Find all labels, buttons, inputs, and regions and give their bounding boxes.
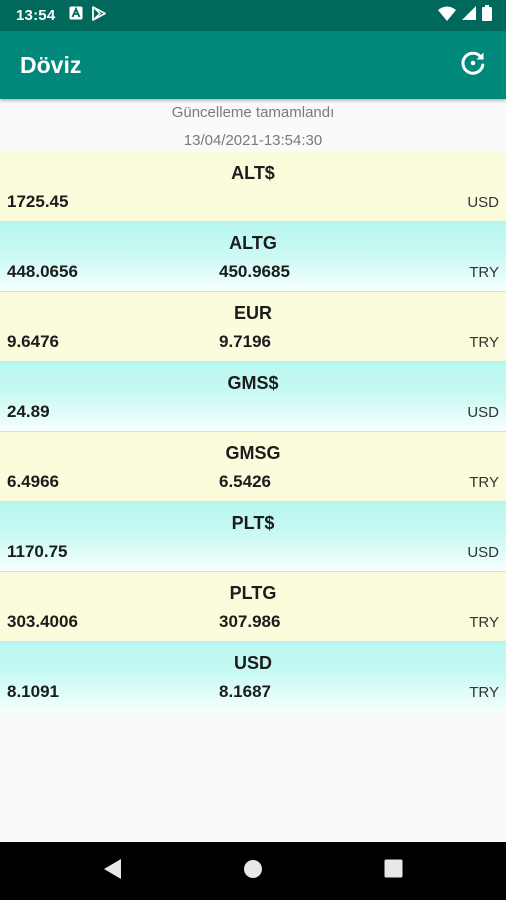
rate-row-gmsg[interactable]: GMSG 6.4966 6.5426 TRY [0, 432, 506, 502]
recents-icon [384, 859, 403, 883]
rate-buy: 448.0656 [7, 262, 78, 281]
status-time: 13:54 [16, 7, 56, 24]
rate-unit: USD [467, 544, 499, 561]
font-notification-icon [69, 6, 83, 25]
rate-row-plt-usd[interactable]: PLT$ 1170.75 USD [0, 502, 506, 572]
rate-code: EUR [233, 303, 272, 323]
back-button[interactable] [83, 842, 143, 900]
rate-unit: USD [467, 404, 499, 421]
rate-buy: 1170.75 [7, 542, 68, 561]
rate-sell: 6.5426 [219, 472, 271, 491]
wifi-icon [438, 6, 456, 26]
rate-code: USD [233, 653, 272, 673]
rate-row-alt-usd[interactable]: ALT$ 1725.45 USD [0, 152, 506, 222]
update-info: Güncelleme tamamlandı 13/04/2021-13:54:3… [0, 99, 506, 152]
rate-unit: TRY [469, 334, 499, 351]
rate-sell: 450.9685 [219, 262, 290, 281]
back-icon [103, 858, 123, 885]
rate-unit: TRY [469, 264, 499, 281]
rate-buy: 8.1091 [7, 682, 59, 701]
play-store-icon [92, 5, 107, 26]
recents-button[interactable] [363, 842, 423, 900]
rate-code: PLTG [229, 583, 277, 603]
home-icon [243, 859, 263, 884]
rate-code: GMS$ [227, 373, 279, 393]
app-bar: Döviz [0, 31, 506, 99]
status-notification-icons [69, 5, 107, 26]
rate-code: ALTG [229, 233, 277, 253]
rate-buy: 9.6476 [7, 332, 59, 351]
status-bar: 13:54 [0, 0, 506, 31]
signal-icon [462, 6, 476, 25]
rate-unit: TRY [469, 614, 499, 631]
app-title: Döviz [20, 51, 82, 78]
rate-sell: 8.1687 [219, 682, 271, 701]
rate-buy: 24.89 [7, 402, 50, 421]
rate-code: PLT$ [231, 513, 275, 533]
rate-row-altg[interactable]: ALTG 448.0656 450.9685 TRY [0, 222, 506, 292]
rate-unit: TRY [469, 474, 499, 491]
rate-buy: 1725.45 [7, 192, 69, 211]
refresh-icon [459, 49, 487, 82]
rate-row-eur[interactable]: EUR 9.6476 9.7196 TRY [0, 292, 506, 362]
rate-buy: 6.4966 [7, 472, 59, 491]
rate-row-gms-usd[interactable]: GMS$ 24.89 USD [0, 362, 506, 432]
rate-sell: 9.7196 [219, 332, 271, 351]
rate-unit: USD [467, 194, 499, 211]
screen: 13:54 Döviz Güncelleme tamamlandı 13/04/… [0, 0, 506, 900]
rate-buy: 303.4006 [7, 612, 78, 631]
rate-sell: 307.986 [219, 612, 281, 631]
rate-row-pltg[interactable]: PLTG 303.4006 307.986 TRY [0, 572, 506, 642]
update-status: Güncelleme tamamlandı [171, 104, 335, 121]
update-timestamp: 13/04/2021-13:54:30 [183, 132, 323, 149]
battery-icon [482, 5, 492, 26]
navigation-bar [0, 842, 506, 900]
rate-unit: TRY [469, 684, 499, 701]
rate-code: ALT$ [231, 163, 275, 183]
rate-row-usd[interactable]: USD 8.1091 8.1687 TRY [0, 642, 506, 712]
refresh-button[interactable] [457, 49, 489, 81]
status-system-icons [438, 5, 492, 26]
rate-list: ALT$ 1725.45 USD ALTG 448.0656 450.9685 … [0, 152, 506, 712]
rate-code: GMSG [225, 443, 281, 463]
home-button[interactable] [223, 842, 283, 900]
